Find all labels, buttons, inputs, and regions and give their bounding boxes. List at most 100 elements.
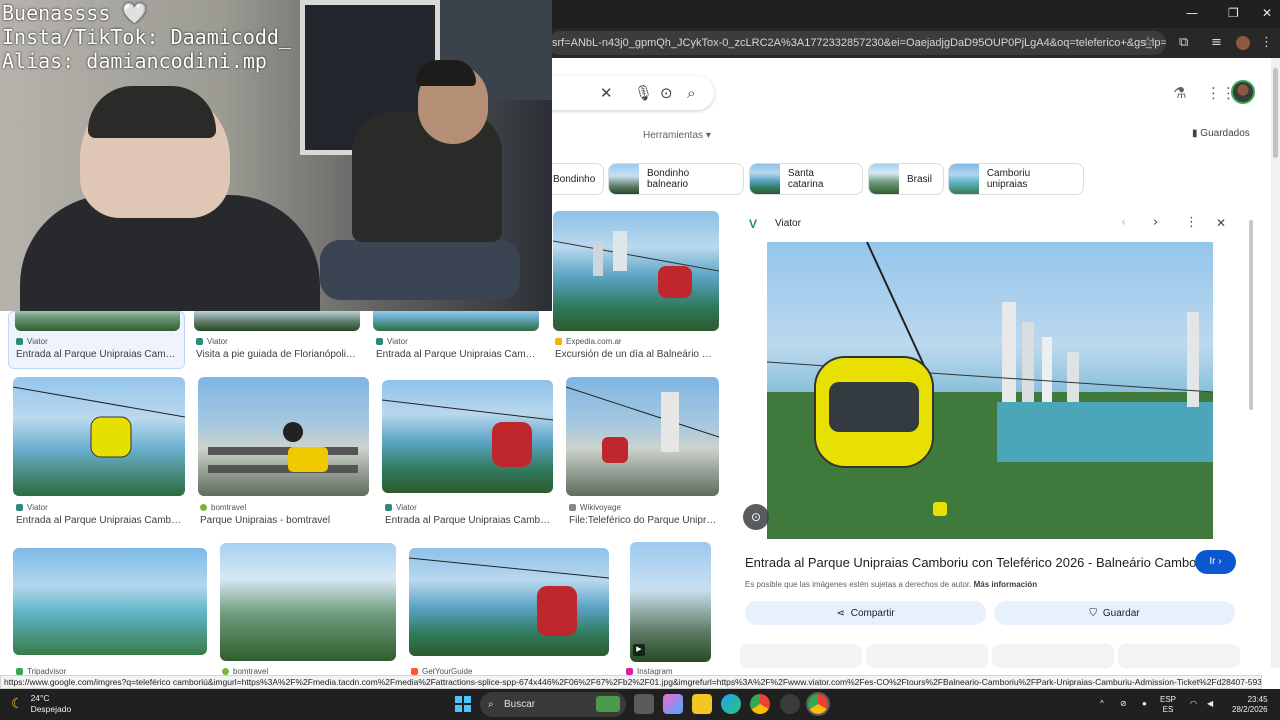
chip-brasil[interactable]: Brasil — [868, 163, 944, 195]
profile-avatar-icon[interactable] — [1236, 36, 1250, 50]
image-preview-panel: V Viator ‹ › ⋮ ✕ Entrada al Parque Unipr… — [733, 208, 1255, 668]
chevron-down-icon: ▾ — [705, 130, 711, 141]
chrome-icon[interactable] — [750, 694, 770, 714]
cable-car-illustration — [13, 386, 185, 458]
result-source: Viator — [376, 337, 408, 346]
related-placeholder — [992, 644, 1114, 668]
result-source: Expedia.com.ar — [555, 337, 622, 346]
address-field[interactable]: srf=ANbL-n43j0_gpmQh_JCykTox-0_zcLRC2A%3… — [548, 31, 1166, 55]
voice-search-icon[interactable]: 🎙 — [634, 84, 653, 102]
result-title[interactable]: File:Teleférico do Parque Unipra... — [569, 515, 717, 526]
bomtravel-favicon-icon — [200, 504, 207, 511]
next-image-icon[interactable]: › — [1153, 215, 1158, 230]
getyourguide-favicon-icon — [411, 668, 418, 675]
overlay-alias: Alias: damiancodini.mp — [2, 49, 267, 73]
close-panel-icon[interactable]: ✕ — [1216, 216, 1226, 230]
chrome-active-icon[interactable] — [806, 692, 830, 716]
result-title[interactable]: Entrada al Parque Unipraias Cambo... — [16, 515, 182, 526]
chip-bondinho[interactable]: Bondinho — [544, 163, 604, 195]
result-image[interactable] — [382, 380, 553, 493]
webcam-overlay: Buenassss 🤍 Insta/TikTok: Daamicodd_ Ali… — [0, 0, 552, 311]
more-options-icon[interactable]: ⋮ — [1185, 215, 1198, 230]
result-source: Viator — [16, 503, 48, 512]
viator-favicon-icon — [385, 504, 392, 511]
result-title[interactable]: Entrada al Parque Unipraias Camb... — [376, 349, 538, 360]
chip-thumbnail — [609, 164, 639, 194]
preview-image[interactable] — [767, 242, 1213, 539]
reading-list-icon[interactable]: ≡ — [1211, 35, 1222, 50]
tripadvisor-favicon-icon — [16, 668, 23, 675]
result-title[interactable]: Visita a pie guiada de Florianópolis... — [196, 349, 358, 360]
extensions-icon[interactable]: ⧉ — [1179, 35, 1188, 50]
result-image[interactable] — [220, 543, 396, 661]
file-explorer-icon[interactable] — [692, 694, 712, 714]
copilot-icon[interactable] — [663, 694, 683, 714]
result-title[interactable]: Entrada al Parque Unipraias Camb... — [16, 349, 178, 360]
volume-icon[interactable]: ◀ — [1207, 699, 1213, 709]
result-title[interactable]: Parque Unipraias - bomtravel — [200, 515, 366, 526]
saved-link[interactable]: ▮ Guardados — [1192, 128, 1250, 139]
result-source: Viator — [385, 503, 417, 512]
lens-search-icon[interactable]: ⊙ — [660, 84, 673, 102]
result-image[interactable]: ▶ — [630, 542, 711, 662]
wifi-icon[interactable]: ◠ — [1190, 699, 1197, 709]
tray-overflow-icon[interactable]: ^ — [1100, 699, 1104, 709]
viator-favicon-icon — [196, 338, 203, 345]
microphone-icon[interactable]: ● — [1142, 699, 1147, 709]
windows-start-icon[interactable] — [455, 696, 471, 712]
cable-car-illustration — [553, 231, 719, 298]
moon-icon: ☾ — [11, 696, 24, 712]
bomtravel-favicon-icon — [222, 668, 229, 675]
person-left-hair — [88, 86, 216, 138]
page-scrollbar[interactable] — [1271, 58, 1280, 668]
chrome-menu-icon[interactable]: ⋮ — [1260, 35, 1273, 50]
chip-santa-catarina[interactable]: Santa catarina — [749, 163, 863, 195]
result-title[interactable]: Entrada al Parque Unipraias Cambo... — [385, 515, 551, 526]
clear-search-icon[interactable]: ✕ — [600, 84, 613, 102]
viator-favicon-icon — [16, 338, 23, 345]
chip-thumbnail — [869, 164, 899, 194]
panel-scrollbar[interactable] — [1248, 210, 1254, 665]
lens-search-button[interactable]: ⊙ — [743, 504, 769, 530]
panel-source[interactable]: Viator — [775, 218, 801, 229]
previous-image-icon[interactable]: ‹ — [1121, 215, 1126, 230]
result-source: Viator — [196, 337, 228, 346]
edge-icon[interactable] — [721, 694, 741, 714]
panel-header: V Viator ‹ › ⋮ ✕ — [733, 208, 1255, 242]
task-view-icon[interactable] — [634, 694, 654, 714]
chip-thumbnail — [949, 164, 979, 194]
address-bar-row: srf=ANbL-n43j0_gpmQh_JCykTox-0_zcLRC2A%3… — [548, 28, 1280, 58]
viator-favicon-icon — [376, 338, 383, 345]
steam-icon[interactable] — [780, 694, 800, 714]
labs-flask-icon[interactable]: ⚗ — [1173, 84, 1186, 102]
chip-bondinho-balneario[interactable]: Bondinho balneario — [608, 163, 744, 195]
account-avatar[interactable] — [1231, 80, 1255, 104]
weather-widget[interactable]: ☾ 24°C Despejado — [11, 693, 71, 715]
result-image[interactable] — [553, 211, 719, 331]
share-button[interactable]: ⋖ Compartir — [745, 601, 986, 625]
restore-button[interactable]: ❐ — [1228, 6, 1239, 20]
chip-camboriu-unipraias[interactable]: Camboriu unipraias — [948, 163, 1084, 195]
search-icon[interactable]: ⌕ — [687, 84, 695, 102]
taskbar-search[interactable]: ⌕ Buscar — [480, 692, 626, 717]
network-icon[interactable]: ⊘ — [1120, 699, 1127, 709]
language-indicator[interactable]: ESP ES — [1160, 695, 1176, 715]
clock[interactable]: 23:45 28/2/2026 — [1232, 695, 1268, 715]
result-image[interactable] — [13, 377, 185, 496]
more-info-link[interactable]: Más información — [974, 580, 1038, 589]
minimize-button[interactable]: — — [1186, 6, 1198, 20]
result-image[interactable] — [13, 548, 207, 655]
visit-button[interactable]: Ir › — [1195, 550, 1236, 574]
result-image[interactable] — [198, 377, 369, 496]
close-window-button[interactable]: ✕ — [1262, 6, 1272, 20]
tools-menu[interactable]: Herramientas ▾ — [643, 130, 711, 141]
result-image[interactable] — [409, 548, 609, 656]
panel-title[interactable]: Entrada al Parque Unipraias Camboriu con… — [745, 555, 1211, 570]
result-image[interactable] — [566, 377, 719, 496]
search-box[interactable]: ✕ 🎙 ⊙ ⌕ — [548, 76, 714, 110]
chip-thumbnail — [750, 164, 780, 194]
result-title[interactable]: Excursión de un día al Balneário C... — [555, 349, 717, 360]
cable-car-illustration — [767, 242, 1213, 539]
save-button[interactable]: ⛉ Guardar — [994, 601, 1235, 625]
bookmark-star-icon[interactable]: ☆ — [1142, 35, 1154, 50]
